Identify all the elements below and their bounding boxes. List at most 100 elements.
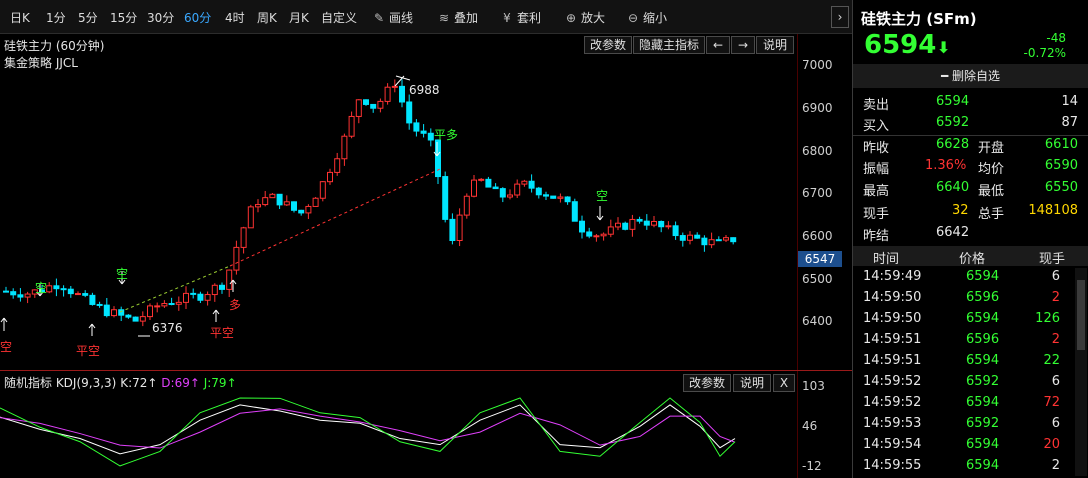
candle-body [190,292,197,295]
candle-body [197,293,204,301]
candle-body [204,294,211,301]
candle-body [96,303,103,306]
scrollbar-thumb[interactable] [1077,280,1085,350]
signal-short: 空 [35,281,48,295]
candle-body [557,196,564,199]
candle-body [291,201,297,211]
kdj-params-button[interactable]: 改参数 [683,374,731,392]
candle-body [175,301,182,305]
period-week[interactable]: 周K [257,9,277,26]
candle-body [694,234,701,239]
period-toolbar: 日K 1分 5分 15分 30分 60分 4时 周K 月K 自定义 ✎ 画线 ≋ 叠… [0,0,852,34]
candle-body [363,99,369,105]
kdj-d-value: D:69↑ [161,376,200,390]
remove-watchlist-button[interactable]: ━ 删除自选 [853,64,1088,88]
draw-line-button[interactable]: ✎ 画线 [372,9,413,26]
candle-body [53,285,60,290]
candle-body [701,237,708,246]
stat-row: 昨结 6642 [863,225,970,244]
period-60min[interactable]: 60分 [184,9,211,26]
arbitrage-button[interactable]: ¥ 套利 [500,9,541,26]
price-tick: 6600 [802,229,833,243]
kdj-tick: 103 [802,379,825,393]
candle-body [111,309,117,317]
indicator-separator [0,370,852,371]
stat-row: 现手 32 总手 148108 [863,203,1078,222]
signal-close-long: 平多 [434,128,459,142]
sell-price: 6594 [936,94,970,109]
candle-body [118,309,125,316]
signal-close-short: 平空 [76,344,101,358]
candle-body [514,183,521,196]
candle-body [715,239,722,242]
kdj-k-line [0,404,736,455]
candle-body [247,206,254,229]
sell-label: 卖出 [863,98,890,113]
candle-body [679,235,686,241]
candle-body [406,101,413,124]
candle-body [435,139,441,178]
candle-body [75,293,81,296]
scroll-left-button[interactable]: ← [706,36,730,54]
period-15min[interactable]: 15分 [110,9,137,26]
overlay-button[interactable]: ≋ 叠加 [437,9,478,26]
signal-close-short: 平空 [210,326,235,340]
candle-body [10,291,17,296]
candle-body [651,220,657,226]
zoom-out-button[interactable]: ⊖ 缩小 [626,9,667,26]
candle-body [255,204,261,208]
candle-body [67,288,74,295]
period-custom[interactable]: 自定义 [321,9,357,26]
candle-body [262,197,269,206]
period-5min[interactable]: 5分 [78,9,98,26]
main-help-button[interactable]: 说明 [756,36,794,54]
buy-label: 买入 [863,119,890,134]
candle-body [413,122,420,132]
tick-row: 14:59:54 6594 20 [863,437,1060,452]
toolbar-next-button[interactable]: › [831,6,849,28]
candlestick-chart[interactable] [0,34,797,370]
candle-body [226,269,233,290]
period-4h[interactable]: 4时 [225,9,245,26]
candle-body [355,99,362,117]
kdj-chart[interactable] [0,392,797,478]
kdj-j-line [0,397,736,467]
period-30min[interactable]: 30分 [147,9,174,26]
down-arrow-icon: ⬇ [937,38,951,57]
kdj-help-button[interactable]: 说明 [733,374,771,392]
candle-body [161,303,168,307]
period-day[interactable]: 日K [10,9,30,26]
candle-body [543,194,549,197]
tick-row: 14:59:51 6594 22 [863,353,1060,368]
kdj-close-button[interactable]: X [773,374,795,392]
candle-body [348,115,355,137]
candle-body [341,135,348,160]
hide-main-indicator-button[interactable]: 隐藏主指标 [633,36,705,54]
price-change-pct: -0.72% [1023,46,1066,60]
period-1min[interactable]: 1分 [46,9,66,26]
candle-body [399,85,405,103]
candle-body [211,284,218,296]
candle-body [384,86,391,102]
tick-header: 时间 价格 现手 [853,246,1088,267]
price-tick: 7000 [802,58,833,72]
zoom-in-button[interactable]: ⊕ 放大 [564,9,605,26]
price-tick: 6400 [802,314,833,328]
price-tick: 6800 [802,144,833,158]
candle-body [615,222,621,228]
chevron-right-icon: › [837,10,843,24]
buy-row: 买入 6592 87 [863,115,1078,135]
pencil-icon: ✎ [373,11,385,25]
main-params-button[interactable]: 改参数 [584,36,632,54]
scroll-right-button[interactable]: → [731,36,755,54]
candle-body [471,179,477,197]
candle-body [622,222,629,230]
candle-body [139,316,146,322]
candle-body [17,294,24,298]
candle-body [571,201,578,222]
strategy-label: 集金策略 JJCL [4,56,78,70]
candle-body [449,218,456,242]
candle-body [636,218,643,222]
tick-row: 14:59:51 6596 2 [863,332,1060,347]
period-month[interactable]: 月K [289,9,309,26]
